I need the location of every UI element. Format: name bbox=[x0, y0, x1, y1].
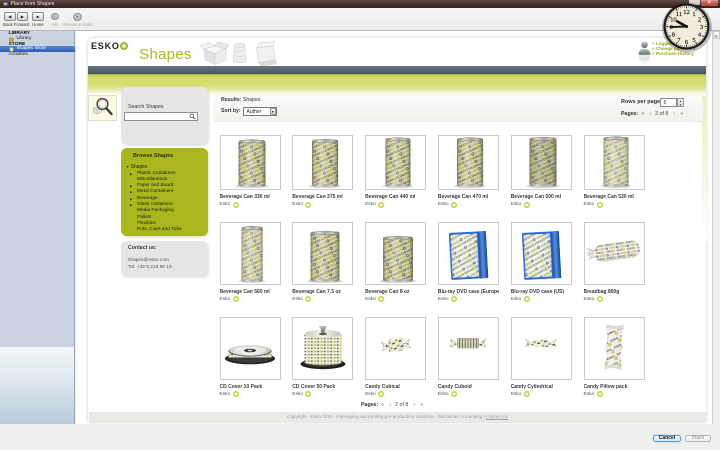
svg-text:1: 1 bbox=[692, 11, 695, 18]
svg-text:12: 12 bbox=[683, 9, 690, 16]
svg-text:2: 2 bbox=[698, 16, 701, 23]
svg-text:11: 11 bbox=[676, 11, 682, 18]
